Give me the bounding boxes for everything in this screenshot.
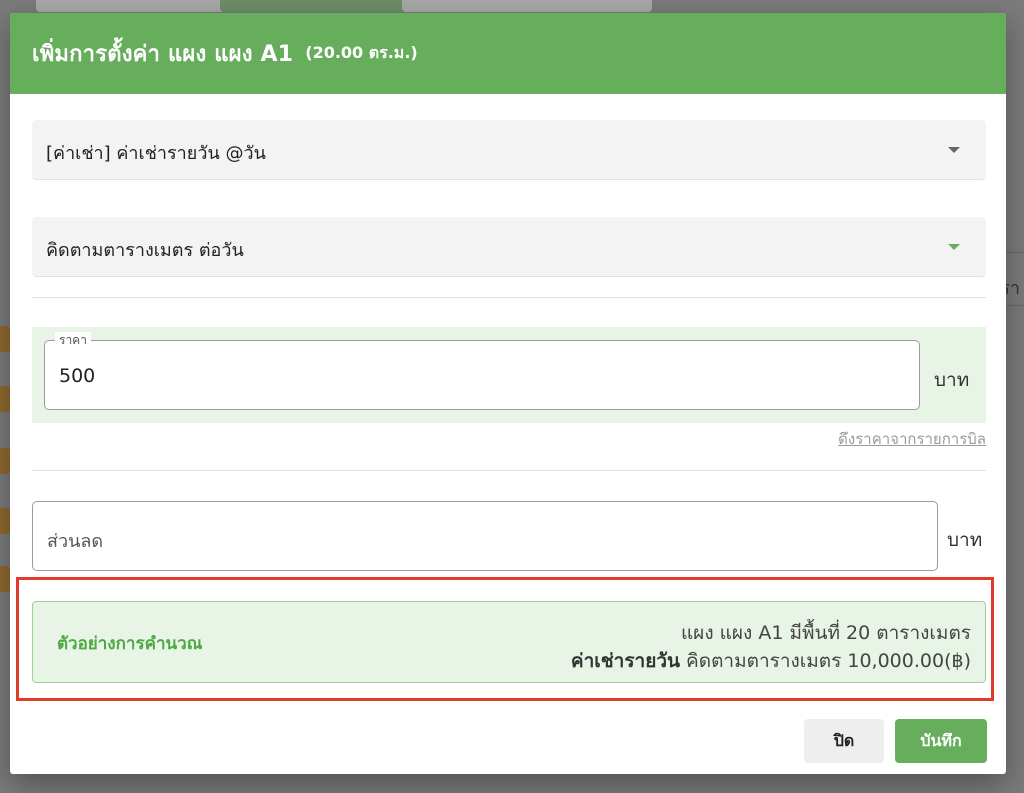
divider bbox=[32, 297, 986, 298]
example-rent-type: ค่าเช่ารายวัน bbox=[570, 650, 680, 672]
discount-placeholder: ส่วนลด bbox=[47, 531, 104, 552]
bg-badge bbox=[0, 448, 10, 474]
save-button[interactable]: บันทึก bbox=[895, 719, 987, 763]
chevron-down-icon bbox=[948, 147, 960, 153]
dialog-header: เพิ่มการตั้งค่า แผง แผง A1 (20.00 ตร.ม.) bbox=[10, 13, 1006, 94]
calculation-example: ตัวอย่างการคำนวณ แผง แผง A1 มีพื้นที่ 20… bbox=[32, 601, 986, 683]
example-label: ตัวอย่างการคำนวณ bbox=[57, 634, 203, 654]
calc-method-select[interactable]: คิดตามตารางเมตร ต่อวัน bbox=[32, 217, 986, 277]
bg-tab-meter: ตั้งค่ามิเตอร์ไฟ bbox=[36, 0, 234, 12]
calc-method-value: คิดตามตารางเมตร ต่อวัน bbox=[46, 240, 244, 261]
pull-price-link[interactable]: ดึงราคาจากรายการบิล bbox=[838, 427, 986, 451]
bg-divider bbox=[1004, 305, 1024, 306]
price-unit: บาท bbox=[934, 369, 970, 391]
discount-input[interactable]: ส่วนลด bbox=[32, 501, 938, 571]
bg-badge bbox=[0, 566, 10, 592]
bg-badge bbox=[0, 326, 10, 352]
example-line-total: ค่าเช่ารายวัน คิดตามตารางเมตร 10,000.00(… bbox=[571, 646, 971, 676]
bg-divider bbox=[1004, 252, 1024, 253]
price-value: 500 bbox=[59, 365, 96, 387]
divider bbox=[32, 470, 986, 471]
chevron-down-icon bbox=[948, 244, 960, 250]
background-tabs: ตั้งค่ามิเตอร์ไฟ ตั้งค่าแผงค้า ตั้งค่ารา… bbox=[0, 0, 1024, 14]
example-total-text: คิดตามตารางเมตร 10,000.00(฿) bbox=[680, 650, 971, 672]
bg-badge bbox=[0, 386, 10, 412]
price-label: ราคา bbox=[55, 332, 91, 348]
example-line-area: แผง แผง A1 มีพื้นที่ 20 ตารางเมตร bbox=[680, 622, 971, 644]
dialog-title: เพิ่มการตั้งค่า แผง แผง A1 bbox=[32, 42, 294, 67]
price-section: ราคา 500 บาท bbox=[32, 327, 986, 423]
rent-type-select[interactable]: [ค่าเช่า] ค่าเช่ารายวัน @วัน bbox=[32, 120, 986, 180]
rent-type-value: [ค่าเช่า] ค่าเช่ารายวัน @วัน bbox=[46, 143, 266, 164]
close-button[interactable]: ปิด bbox=[804, 719, 884, 763]
bg-badge bbox=[0, 508, 10, 534]
price-input[interactable]: ราคา 500 bbox=[44, 332, 920, 410]
discount-unit: บาท bbox=[947, 529, 983, 551]
bg-tab-stall: ตั้งค่าแผงค้า bbox=[220, 0, 413, 12]
settings-dialog: เพิ่มการตั้งค่า แผง แผง A1 (20.00 ตร.ม.)… bbox=[10, 13, 1006, 774]
bg-tab-bill-price: ตั้งค่าราคารายการบิล bbox=[402, 0, 652, 12]
dialog-subtitle: (20.00 ตร.ม.) bbox=[305, 43, 418, 62]
